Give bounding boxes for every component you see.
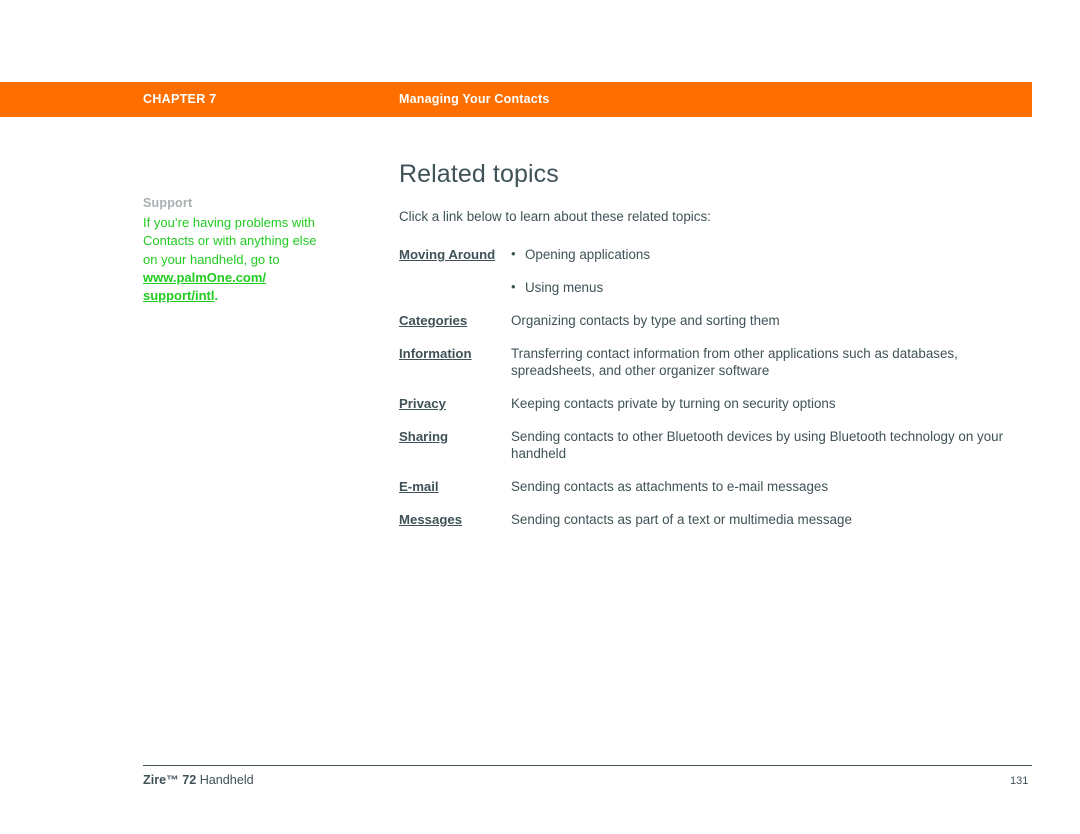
table-row: Moving Around Opening applications Using… xyxy=(399,245,1039,312)
topic-bullet-list: Opening applications Using menus xyxy=(511,245,1039,296)
topic-link-sharing[interactable]: Sharing xyxy=(399,428,448,445)
topic-link-cell: Privacy xyxy=(399,395,511,428)
topic-link-email[interactable]: E-mail xyxy=(399,478,439,495)
list-item: Using menus xyxy=(511,278,1039,296)
topic-description-cell: Keeping contacts private by turning on s… xyxy=(511,396,836,411)
table-row: Categories Organizing contacts by type a… xyxy=(399,312,1039,345)
topic-description-cell: Sending contacts as attachments to e-mai… xyxy=(511,479,829,494)
table-row: Sharing Sending contacts to other Blueto… xyxy=(399,428,1039,478)
page-number: 131 xyxy=(1010,775,1029,787)
topic-description-cell: Sending contacts to other Bluetooth devi… xyxy=(511,429,1004,461)
topic-link-cell: Messages xyxy=(399,511,511,544)
page-title: Related topics xyxy=(399,160,559,188)
support-url-link[interactable]: www.palmOne.com/ support/intl xyxy=(143,270,266,303)
support-sidebar-title: Support xyxy=(143,196,193,210)
intro-text: Click a link below to learn about these … xyxy=(399,209,711,224)
topic-description-cell: Organizing contacts by type and sorting … xyxy=(511,313,780,328)
table-row: Privacy Keeping contacts private by turn… xyxy=(399,395,1039,428)
related-topics-table: Moving Around Opening applications Using… xyxy=(399,245,1039,544)
footer-product-suffix: Handheld xyxy=(196,773,254,787)
support-sidebar-text: If you’re having problems with Contacts … xyxy=(143,215,317,267)
support-sidebar: Support If you’re having problems with C… xyxy=(143,196,328,305)
support-sidebar-body: If you’re having problems with Contacts … xyxy=(143,214,328,305)
footer-divider xyxy=(143,765,1032,767)
footer-product-name: Zire™ 72 xyxy=(143,773,197,787)
topic-link-information[interactable]: Information xyxy=(399,345,472,362)
list-item: Opening applications xyxy=(511,245,1039,263)
topic-link-categories[interactable]: Categories xyxy=(399,312,467,329)
chapter-label: CHAPTER 7 xyxy=(143,92,217,106)
topic-link-cell: Categories xyxy=(399,312,511,345)
topic-description-cell: Transferring contact information from ot… xyxy=(511,346,958,378)
topic-link-messages[interactable]: Messages xyxy=(399,511,462,528)
topic-link-cell: E-mail xyxy=(399,478,511,511)
topic-link-moving-around[interactable]: Moving Around xyxy=(399,246,495,263)
table-row: Messages Sending contacts as part of a t… xyxy=(399,511,1039,544)
section-title: Managing Your Contacts xyxy=(399,92,550,106)
table-row: Information Transferring contact informa… xyxy=(399,345,1039,395)
topic-description-cell: Sending contacts as part of a text or mu… xyxy=(511,512,852,527)
topic-link-privacy[interactable]: Privacy xyxy=(399,395,446,412)
table-row: E-mail Sending contacts as attachments t… xyxy=(399,478,1039,511)
topic-link-cell: Moving Around xyxy=(399,246,511,312)
main-content: Related topics Click a link below to lea… xyxy=(399,160,1039,544)
support-sidebar-period: . xyxy=(214,288,219,304)
topic-description-cell: Opening applications Using menus xyxy=(511,245,1039,312)
topic-link-cell: Sharing xyxy=(399,428,511,478)
footer-product: Zire™ 72 Handheld xyxy=(143,773,254,787)
topic-link-cell: Information xyxy=(399,345,511,395)
